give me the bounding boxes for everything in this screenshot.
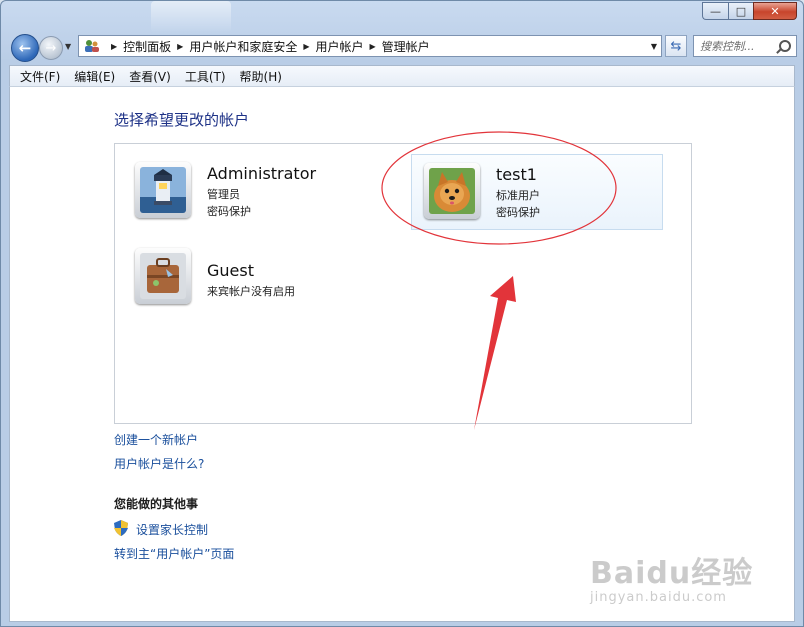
control-panel-icon	[83, 38, 101, 54]
account-type: 标准用户	[496, 189, 540, 202]
breadcrumb-user-accounts-family[interactable]: 用户帐户和家庭安全	[189, 38, 297, 55]
page-title: 选择希望更改的帐户	[114, 111, 250, 129]
address-dropdown-icon[interactable]: ▼	[651, 42, 657, 51]
account-name: Administrator	[207, 164, 317, 183]
menu-tools[interactable]: 工具(T)	[185, 68, 226, 85]
back-arrow-icon: ←	[18, 39, 32, 57]
maximize-button[interactable]: □	[728, 2, 753, 20]
account-status: 来宾帐户没有启用	[207, 285, 295, 298]
refresh-icon: ⇆	[670, 38, 682, 54]
account-guest[interactable]: Guest 来宾帐户没有启用	[131, 248, 371, 324]
goto-user-accounts-link[interactable]: 转到主“用户帐户”页面	[114, 545, 234, 562]
watermark-url: jingyan.baidu.com	[590, 590, 727, 605]
baidu-watermark: Baidu经验 jingyan.baidu.com	[590, 548, 753, 605]
menu-edit[interactable]: 编辑(E)	[74, 68, 115, 85]
back-button[interactable]: ←	[11, 34, 39, 62]
refresh-button[interactable]: ⇆	[665, 35, 687, 57]
minimize-button[interactable]: —	[702, 2, 728, 20]
lighthouse-icon	[135, 162, 191, 218]
search-box	[693, 35, 797, 57]
history-dropdown-icon[interactable]: ▼	[65, 42, 71, 51]
navigation-bar: ← → ▼ ▶ 控制面板 ▶ 用户帐户和家庭安全 ▶ 用户帐户 ▶ 管理帐户 ▼…	[9, 33, 797, 62]
parental-controls-link[interactable]: 设置家长控制	[136, 521, 208, 538]
explorer-window: — □ ✕ ← → ▼ ▶ 控制面板 ▶ 用户帐户和家庭安全 ▶ 用户帐户 ▶	[0, 0, 804, 627]
forward-arrow-icon: →	[45, 40, 57, 56]
address-bar[interactable]: ▶ 控制面板 ▶ 用户帐户和家庭安全 ▶ 用户帐户 ▶ 管理帐户 ▼	[78, 35, 662, 57]
breadcrumb-separator-icon: ▶	[111, 41, 118, 51]
create-account-link[interactable]: 创建一个新帐户	[114, 431, 198, 448]
title-ghost	[151, 1, 231, 33]
title-bar[interactable]: — □ ✕	[1, 1, 803, 33]
suitcase-icon	[135, 248, 191, 304]
account-name: Guest	[207, 261, 254, 280]
breadcrumb-control-panel[interactable]: 控制面板	[123, 38, 171, 55]
account-administrator[interactable]: Administrator 管理员 密码保护	[131, 154, 371, 230]
breadcrumb-separator-icon: ▶	[177, 41, 184, 51]
account-name: test1	[496, 165, 537, 184]
uac-shield-icon	[114, 520, 128, 539]
account-type: 管理员	[207, 188, 240, 201]
search-icon[interactable]	[779, 40, 791, 52]
account-test1[interactable]: test1 标准用户 密码保护	[411, 154, 663, 230]
other-tasks-heading: 您能做的其他事	[114, 497, 199, 511]
menu-file[interactable]: 文件(F)	[20, 68, 60, 85]
what-is-user-account-link[interactable]: 用户帐户是什么?	[114, 455, 204, 472]
menu-bar: 文件(F) 编辑(E) 查看(V) 工具(T) 帮助(H)	[9, 65, 795, 87]
forward-button[interactable]: →	[39, 36, 63, 60]
content-pane: 选择希望更改的帐户 Administrator 管理员 密码保护 test1 标…	[9, 87, 795, 622]
menu-view[interactable]: 查看(V)	[129, 68, 171, 85]
breadcrumb-user-accounts[interactable]: 用户帐户	[316, 38, 364, 55]
breadcrumb-separator-icon: ▶	[369, 41, 376, 51]
search-input[interactable]	[700, 39, 772, 53]
watermark-logo: Baidu经验	[590, 556, 754, 591]
breadcrumb-manage-accounts[interactable]: 管理帐户	[382, 38, 430, 55]
close-button[interactable]: ✕	[753, 2, 797, 20]
account-password-status: 密码保护	[207, 205, 251, 218]
account-password-status: 密码保护	[496, 206, 540, 219]
window-controls: — □ ✕	[702, 2, 797, 20]
puppy-icon	[424, 163, 480, 219]
breadcrumb-separator-icon: ▶	[303, 41, 310, 51]
menu-help[interactable]: 帮助(H)	[240, 68, 282, 85]
account-list: Administrator 管理员 密码保护 test1 标准用户 密码保护 G…	[114, 143, 692, 424]
